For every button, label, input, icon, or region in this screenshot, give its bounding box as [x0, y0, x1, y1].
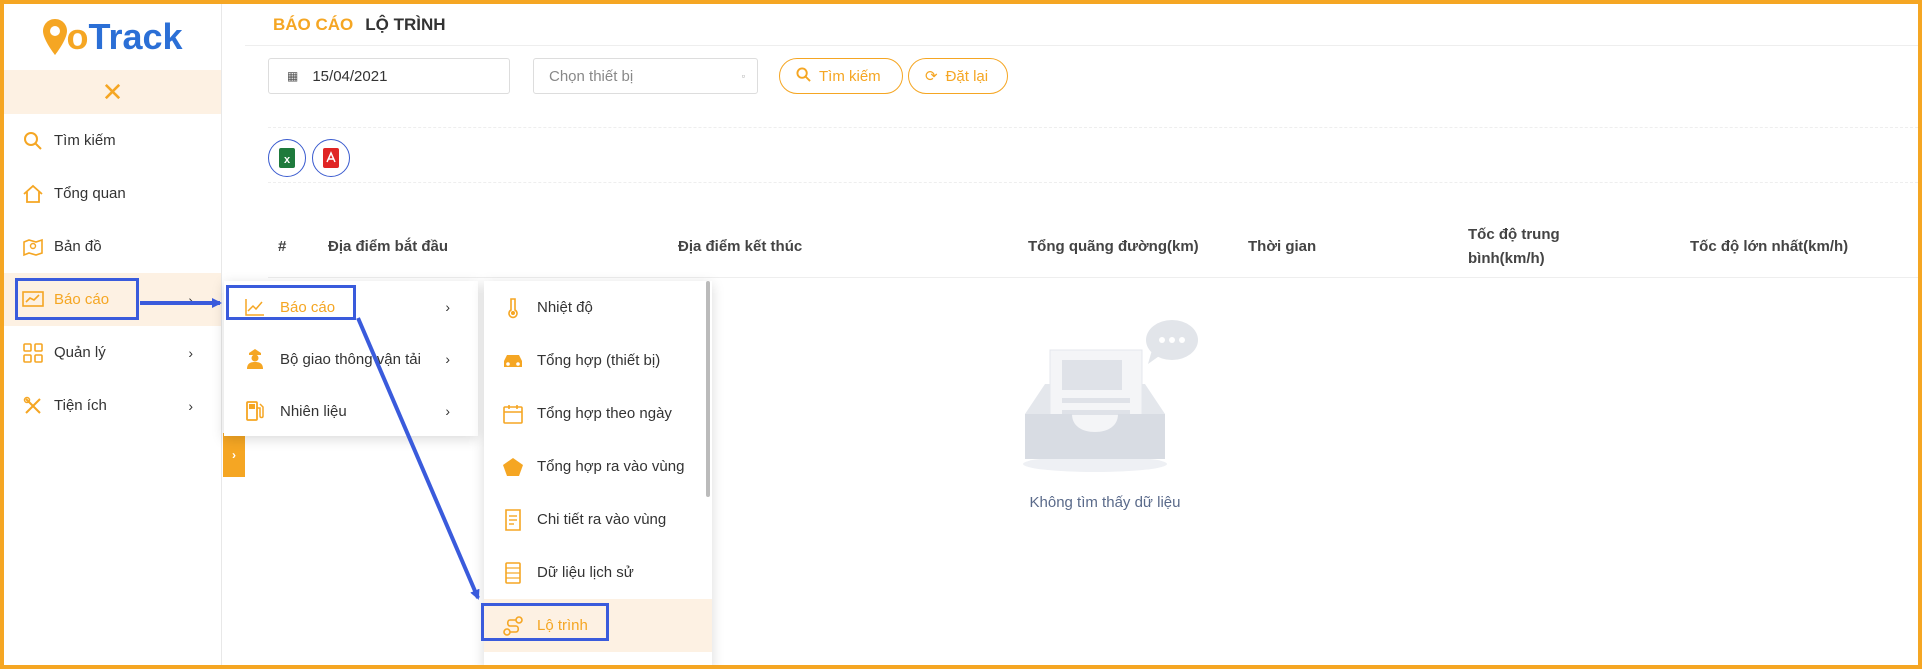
pentagon-icon — [501, 457, 525, 477]
breadcrumb-reports[interactable]: BÁO CÁO — [273, 15, 353, 35]
pdf-icon — [323, 148, 339, 168]
breadcrumb-route: LỘ TRÌNH — [365, 14, 446, 34]
submenu-item-label: Bộ giao thông vận tải — [280, 350, 421, 368]
submenu-item-label: Chi tiết ra vào vùng — [537, 511, 667, 528]
logo-o-text: o — [66, 16, 89, 57]
submenu-item-zone-summary[interactable]: Tổng hợp ra vào vùng — [484, 440, 712, 493]
submenu-item-temperature[interactable]: Nhiệt độ — [484, 281, 712, 334]
sidebar-item-label: Tổng quan — [54, 185, 126, 202]
location-pin-icon — [43, 19, 68, 55]
tools-icon — [22, 395, 44, 417]
sidebar-item-utilities[interactable]: Tiện ích › — [4, 379, 221, 432]
search-button[interactable]: Tìm kiếm — [779, 58, 903, 94]
submenu-item-summary-daily[interactable]: Tổng hợp theo ngày — [484, 387, 712, 440]
search-icon — [796, 66, 811, 86]
svg-text:x: x — [284, 154, 291, 166]
device-select-placeholder: Chọn thiết bị — [549, 67, 634, 85]
sidebar-item-label: Tìm kiếm — [54, 132, 116, 149]
breadcrumb: BÁO CÁO LỘ TRÌNH — [245, 4, 1918, 46]
submenu-item-label: Tổng hợp theo ngày — [537, 405, 672, 422]
sidebar-item-label: Quản lý — [54, 344, 106, 361]
chevron-right-icon: › — [445, 299, 450, 315]
sidebar-item-label: Tiện ích — [54, 397, 107, 414]
sidebar-item-manage[interactable]: Quản lý › — [4, 326, 221, 379]
close-sidebar-button[interactable]: ✕ — [4, 70, 221, 114]
chevron-right-icon: › — [188, 291, 193, 308]
submenu-item-label: Tổng hợp ra vào vùng — [537, 458, 685, 475]
column-header-start: Địa điểm bắt đầu — [328, 238, 449, 255]
column-header-index: # — [278, 238, 287, 255]
column-header-distance: Tổng quãng đường(km) — [1028, 238, 1199, 255]
map-icon — [22, 236, 44, 258]
device-select[interactable]: Chọn thiết bị ▫ — [533, 58, 758, 94]
excel-icon: x — [279, 148, 295, 168]
sidebar-item-label: Bản đồ — [54, 238, 102, 255]
grid-icon — [22, 342, 44, 364]
refresh-icon: ⟳ — [925, 68, 938, 85]
chevron-right-icon: › — [188, 344, 193, 361]
submenu-item-label: Tổng hợp (thiết bị) — [537, 352, 661, 369]
history-icon — [501, 561, 525, 584]
submenu-item-history[interactable]: Dữ liệu lịch sử — [484, 546, 712, 599]
date-value: 15/04/2021 — [312, 67, 388, 85]
highlight-box-reports — [15, 278, 139, 320]
submenu-item-transport-ministry[interactable]: Bộ giao thông vận tải › — [224, 333, 478, 385]
dropdown-arrow-icon: ▫ — [741, 71, 745, 81]
search-button-label: Tìm kiếm — [819, 67, 881, 85]
empty-state-illustration — [1010, 314, 1200, 489]
submenu-item-fuel[interactable]: Nhiên liệu › — [224, 385, 478, 437]
date-picker[interactable]: ▦ 15/04/2021 — [268, 58, 510, 94]
calendar-icon: ▦ — [287, 69, 299, 83]
column-header-time: Thời gian — [1248, 238, 1317, 255]
empty-inbox-icon — [1023, 320, 1198, 472]
export-excel-button[interactable]: x — [268, 139, 306, 177]
home-icon — [22, 183, 44, 205]
submenu-item-summary-device[interactable]: Tổng hợp (thiết bị) — [484, 334, 712, 387]
chevron-right-icon: › — [188, 397, 193, 414]
submenu-item-label: Nhiệt độ — [537, 299, 593, 316]
expand-panel-tab[interactable]: › — [223, 433, 245, 477]
sidebar-item-search[interactable]: Tìm kiếm — [4, 114, 221, 167]
export-pdf-button[interactable] — [312, 139, 350, 177]
highlight-box-route — [481, 603, 609, 641]
calendar-icon — [501, 404, 525, 424]
export-buttons: x — [268, 139, 356, 177]
column-header-max-speed: Tốc độ lớn nhất(km/h) — [1690, 238, 1849, 255]
fuel-icon — [244, 400, 266, 422]
sidebar-item-map[interactable]: Bản đồ — [4, 220, 221, 273]
submenu-item-zone-detail[interactable]: Chi tiết ra vào vùng — [484, 493, 712, 546]
logo-track-text: Track — [88, 16, 183, 57]
chevron-right-icon: › — [232, 448, 236, 462]
reset-button[interactable]: ⟳ Đặt lại — [908, 58, 1008, 94]
column-header-avg-speed: Tốc độ trung bình(km/h) — [1468, 226, 1560, 267]
chevron-right-icon: › — [445, 403, 450, 419]
empty-state-text: Không tìm thấy dữ liệu — [1029, 494, 1181, 511]
close-icon: ✕ — [101, 76, 124, 107]
divider — [268, 127, 1918, 128]
reset-button-label: Đặt lại — [945, 67, 989, 85]
sidebar-item-overview[interactable]: Tổng quan — [4, 167, 221, 220]
highlight-box-submenu-reports — [226, 285, 356, 320]
divider — [268, 182, 1918, 183]
submenu-item-label: Dữ liệu lịch sử — [537, 564, 634, 581]
thermometer-icon — [501, 297, 525, 319]
submenu-item-label: Nhiên liệu — [280, 402, 347, 420]
car-icon — [501, 353, 525, 369]
filter-bar: ▦ 15/04/2021 Chọn thiết bị ▫ Tìm kiếm ⟳ … — [268, 58, 1008, 94]
search-icon — [22, 130, 44, 152]
sidebar: Go o Track ✕ Tìm kiếm Tổng quan Bản đồ B… — [4, 4, 222, 665]
column-header-end: Địa điểm kết thúc — [678, 238, 803, 255]
officer-icon — [244, 348, 266, 370]
chevron-right-icon: › — [445, 351, 450, 367]
app-logo[interactable]: Go o Track — [4, 4, 221, 70]
table-header: # Địa điểm bắt đầu Địa điểm kết thúc Tổn… — [268, 216, 1918, 278]
submenu-scrollbar[interactable] — [706, 281, 710, 497]
document-icon — [501, 508, 525, 531]
